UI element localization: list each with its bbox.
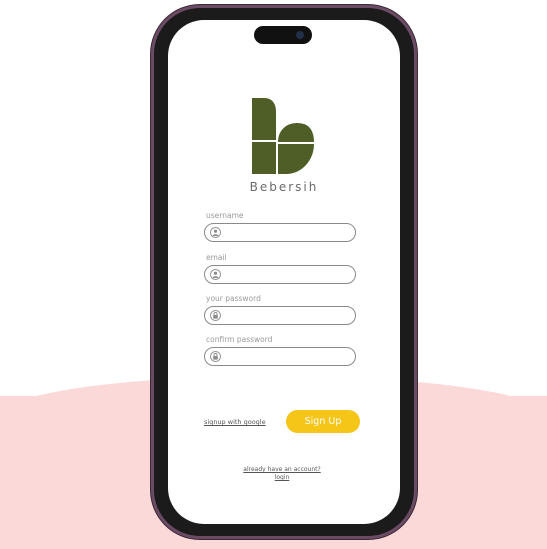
password-input[interactable] [225, 307, 355, 326]
phone-screen: Bebersih username email your password co… [168, 20, 400, 524]
username-field[interactable] [204, 223, 356, 243]
confirm-password-field[interactable] [204, 347, 356, 367]
login-link[interactable]: login [168, 474, 396, 482]
user-icon [210, 269, 221, 280]
password-field[interactable] [204, 306, 356, 326]
signup-with-google-link[interactable]: signup with google [204, 418, 266, 426]
user-icon [210, 227, 221, 238]
dynamic-island [254, 26, 312, 44]
username-input[interactable] [225, 224, 355, 243]
brand-name: Bebersih [249, 180, 319, 194]
email-label: email [206, 253, 227, 262]
password-label: your password [206, 294, 261, 303]
sign-up-button[interactable]: Sign Up [286, 410, 360, 433]
email-input[interactable] [225, 266, 355, 285]
brand-logo [252, 98, 314, 174]
email-field[interactable] [204, 265, 356, 285]
phone-side-button [414, 142, 418, 202]
camera-icon [296, 31, 304, 39]
lock-icon [210, 351, 221, 362]
lock-icon [210, 310, 221, 321]
login-prompt[interactable]: already have an account? login [168, 466, 396, 482]
account-question[interactable]: already have an account? [168, 466, 396, 474]
confirm-password-label: confirm password [206, 335, 273, 344]
confirm-password-input[interactable] [225, 348, 355, 367]
username-label: username [206, 211, 244, 220]
